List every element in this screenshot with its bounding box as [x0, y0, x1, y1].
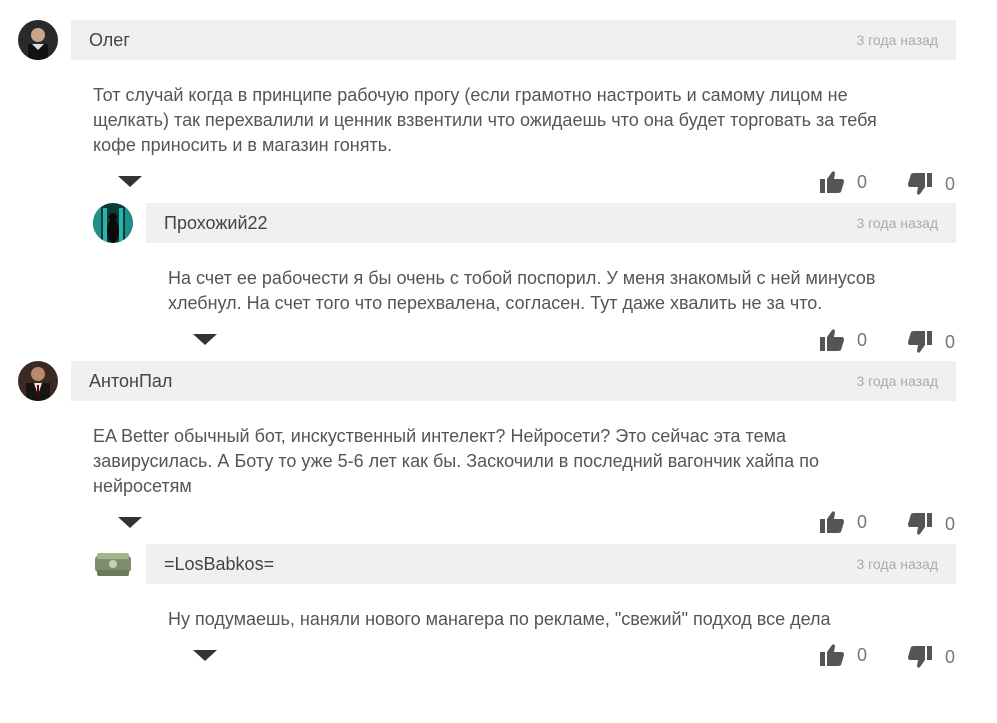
comment-header: Олег 3 года назад	[71, 20, 956, 60]
dislike-button[interactable]: 0	[907, 512, 955, 536]
like-count: 0	[857, 644, 868, 665]
comment-text-line: нейросетям	[93, 476, 192, 496]
avatar[interactable]	[18, 20, 58, 60]
like-count: 0	[857, 329, 868, 350]
comment-text: На счет ее рабочести я бы очень с тобой …	[168, 266, 875, 316]
comment-text-line: EA Better обычный бот, инскуственный инт…	[93, 426, 786, 446]
comment-text-line: кофе приносить и в магазин гонять.	[93, 135, 393, 155]
avatar[interactable]	[18, 361, 58, 401]
comment-text-line: щелкать) так перехвалили и ценник взвент…	[93, 110, 877, 130]
like-button[interactable]: 0	[819, 328, 867, 352]
like-count: 0	[857, 171, 868, 192]
thumbs-up-icon	[820, 511, 844, 533]
timestamp: 3 года назад	[856, 32, 938, 48]
comment-text-line: завирусилась. А Боту то уже 5-6 лет как …	[93, 451, 819, 471]
timestamp: 3 года назад	[856, 215, 938, 231]
like-button[interactable]: 0	[819, 643, 867, 667]
comment-text: Тот случай когда в принципе рабочую прог…	[93, 83, 877, 158]
expand-replies-icon[interactable]	[193, 334, 217, 345]
dislike-button[interactable]: 0	[907, 172, 955, 196]
dislike-button[interactable]: 0	[907, 330, 955, 354]
author-name[interactable]: АнтонПал	[89, 371, 172, 392]
expand-replies-icon[interactable]	[118, 176, 142, 187]
like-button[interactable]: 0	[819, 510, 867, 534]
thumbs-up-icon	[820, 644, 844, 666]
expand-replies-icon[interactable]	[193, 650, 217, 661]
timestamp: 3 года назад	[856, 373, 938, 389]
avatar[interactable]	[93, 544, 133, 584]
comment-text-line: На счет ее рабочести я бы очень с тобой …	[168, 268, 876, 288]
comment-text-line: хлебнул. На счет того что перехвалена, с…	[168, 293, 823, 313]
thumbs-down-icon	[908, 173, 932, 195]
dislike-count: 0	[945, 173, 956, 194]
dislike-count: 0	[945, 331, 956, 352]
like-count: 0	[857, 511, 868, 532]
like-button[interactable]: 0	[819, 170, 867, 194]
author-name[interactable]: =LosBabkos=	[164, 554, 274, 575]
dislike-count: 0	[945, 646, 956, 667]
comment-header: АнтонПал 3 года назад	[71, 361, 956, 401]
comment-text-line: Ну подумаешь, наняли нового манагера по …	[168, 609, 831, 629]
thumbs-down-icon	[908, 646, 932, 668]
author-name[interactable]: Олег	[89, 30, 130, 51]
dislike-button[interactable]: 0	[907, 645, 955, 669]
author-name[interactable]: Прохожий22	[164, 213, 268, 234]
comment-header: =LosBabkos= 3 года назад	[146, 544, 956, 584]
comment-text-line: Тот случай когда в принципе рабочую прог…	[93, 85, 848, 105]
thumbs-up-icon	[820, 329, 844, 351]
expand-replies-icon[interactable]	[118, 517, 142, 528]
comment-text: Ну подумаешь, наняли нового манагера по …	[168, 607, 831, 632]
comment-text: EA Better обычный бот, инскуственный инт…	[93, 424, 819, 499]
timestamp: 3 года назад	[856, 556, 938, 572]
dislike-count: 0	[945, 513, 956, 534]
thumbs-up-icon	[820, 171, 844, 193]
thumbs-down-icon	[908, 331, 932, 353]
avatar[interactable]	[93, 203, 133, 243]
thumbs-down-icon	[908, 513, 932, 535]
comment-header: Прохожий22 3 года назад	[146, 203, 956, 243]
